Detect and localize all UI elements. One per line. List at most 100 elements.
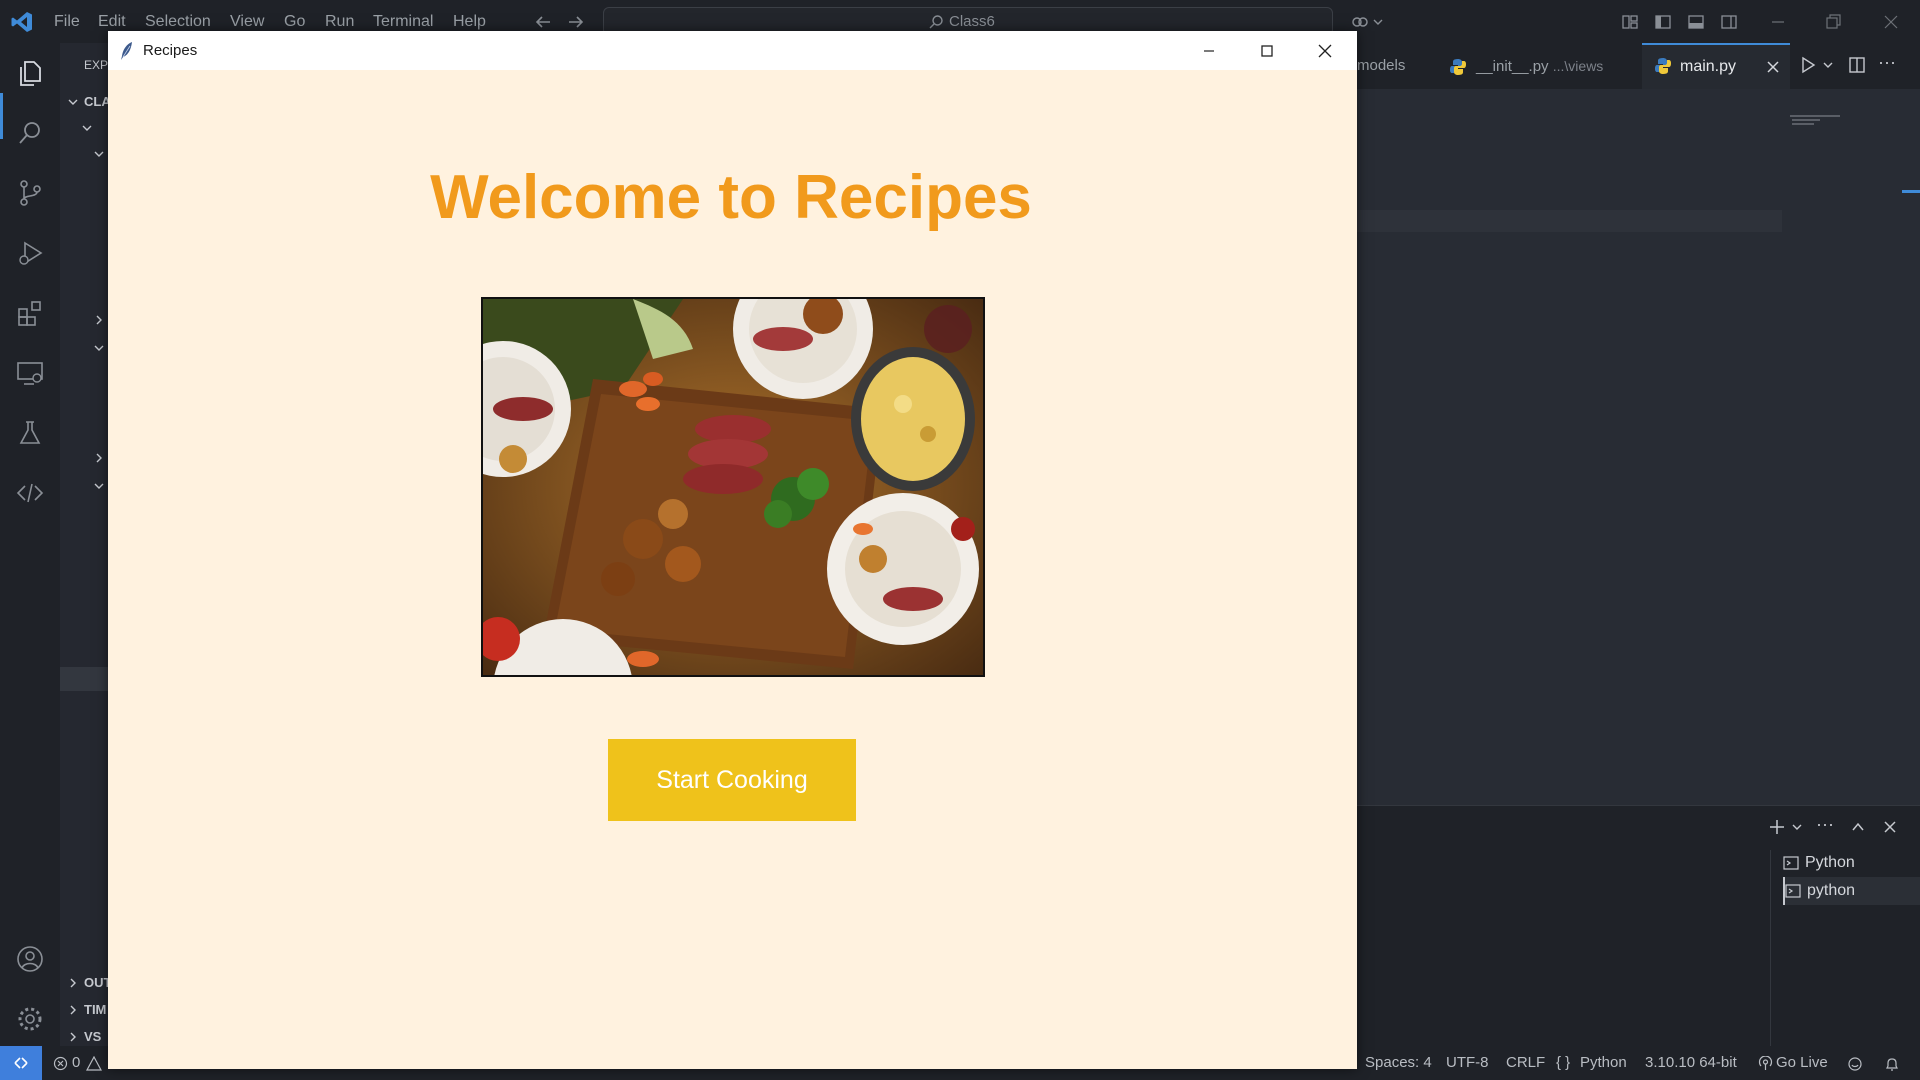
menu-file[interactable]: File (54, 0, 80, 43)
panel-more-icon[interactable]: ··· (1816, 814, 1834, 835)
start-cooking-button[interactable]: Start Cooking (608, 739, 856, 821)
status-language[interactable]: Python (1580, 1054, 1627, 1071)
food-platter-image (481, 297, 985, 677)
chevron-right-icon[interactable] (66, 1030, 80, 1044)
chevron-down-icon[interactable] (80, 121, 94, 135)
welcome-heading: Welcome to Recipes (430, 163, 1032, 232)
tab-init-path: ...\views (1552, 58, 1604, 74)
forward-arrow-icon[interactable] (566, 12, 586, 32)
close-panel-icon[interactable] (1881, 818, 1899, 836)
warning-icon[interactable] (86, 1056, 102, 1071)
terminal-item-label: python (1807, 882, 1856, 899)
explorer-icon[interactable] (14, 57, 46, 89)
terminal-item-python-active[interactable]: python (1783, 877, 1920, 905)
feedback-icon[interactable] (1847, 1056, 1863, 1072)
restore-icon[interactable] (1823, 12, 1843, 32)
code-editor[interactable] (1357, 89, 1920, 805)
chevron-right-icon[interactable] (66, 1003, 80, 1017)
terminal-icon (1785, 884, 1801, 898)
run-and-debug-icon[interactable] (14, 237, 46, 269)
minimize-icon[interactable] (1198, 40, 1220, 62)
recipes-window-title: Recipes (143, 42, 198, 59)
terminal-icon (1783, 856, 1799, 870)
chevron-right-icon[interactable] (92, 313, 106, 327)
copilot-icon[interactable] (1350, 12, 1370, 32)
remote-icon (14, 1057, 28, 1069)
toggle-panel-icon[interactable] (1686, 12, 1706, 32)
selected-file-row[interactable] (60, 667, 108, 691)
tab-init-name: __init__.py (1476, 58, 1549, 75)
python-file-icon (1450, 59, 1466, 75)
minimap[interactable] (1790, 114, 1844, 128)
search-icon (929, 15, 943, 29)
minimize-icon[interactable] (1768, 12, 1788, 32)
terminal-list-divider (1770, 850, 1771, 1046)
recipes-window-titlebar[interactable]: Recipes (108, 31, 1357, 70)
timeline-section[interactable]: TIM (84, 1002, 106, 1017)
active-indicator (0, 93, 3, 139)
chevron-down-icon[interactable] (1372, 12, 1384, 32)
current-line-highlight (1357, 210, 1782, 232)
chevron-down-icon[interactable] (1822, 58, 1834, 72)
recipes-app-window: Recipes Welcome to Recipes Start Cooking (108, 31, 1357, 1069)
terminal-item-python[interactable]: Python (1783, 849, 1920, 877)
back-arrow-icon[interactable] (533, 12, 553, 32)
tab-models[interactable]: models (1357, 43, 1405, 89)
braces-icon: { } (1556, 1054, 1571, 1071)
activity-bar (0, 43, 60, 1046)
vs-section[interactable]: VS (84, 1029, 101, 1044)
maximize-icon[interactable] (1256, 40, 1278, 62)
tab-main-label: main.py (1680, 58, 1737, 75)
accounts-icon[interactable] (14, 943, 46, 975)
status-go-live[interactable]: Go Live (1776, 1054, 1828, 1071)
chevron-down-icon[interactable] (92, 147, 106, 161)
status-encoding[interactable]: UTF-8 (1446, 1054, 1489, 1071)
add-terminal-icon[interactable] (1768, 818, 1786, 836)
toggle-secondary-sidebar-icon[interactable] (1719, 12, 1739, 32)
search-icon[interactable] (14, 117, 46, 149)
customize-layout-icon[interactable] (1620, 12, 1640, 32)
terminal-item-label: Python (1805, 854, 1855, 871)
tab-main-py[interactable]: main.py (1642, 43, 1790, 89)
close-icon[interactable] (1881, 12, 1901, 32)
maximize-panel-icon[interactable] (1849, 818, 1867, 836)
command-center-label: Class6 (949, 13, 995, 30)
editor-tab-bar (1357, 43, 1920, 89)
close-icon[interactable] (1314, 40, 1336, 62)
explorer-title: EXP (84, 58, 109, 72)
gear-icon[interactable] (14, 1003, 46, 1035)
tab-init[interactable]: __init__.py ...\views (1476, 43, 1603, 89)
broadcast-icon (1758, 1056, 1773, 1070)
split-editor-icon[interactable] (1848, 56, 1866, 74)
chevron-down-icon[interactable] (92, 479, 106, 493)
chevron-down-icon[interactable] (1791, 820, 1803, 834)
remote-indicator[interactable] (0, 1046, 42, 1080)
run-icon[interactable] (1799, 56, 1817, 74)
chevron-right-icon[interactable] (66, 976, 80, 990)
status-indentation[interactable]: Spaces: 4 (1365, 1054, 1432, 1071)
scrollbar-marker[interactable] (1902, 190, 1920, 193)
explorer-sidebar: EXP CLA OUT TIM VS (60, 43, 111, 1046)
extensions-icon[interactable] (14, 297, 46, 329)
source-control-icon[interactable] (14, 177, 46, 209)
code-icon[interactable] (14, 477, 46, 509)
remote-explorer-icon[interactable] (14, 357, 46, 389)
chevron-down-icon[interactable] (92, 341, 106, 355)
testing-icon[interactable] (14, 417, 46, 449)
close-tab-icon[interactable] (1766, 60, 1780, 74)
chevron-down-icon[interactable] (66, 95, 80, 109)
terminal-panel (1357, 805, 1920, 1046)
error-count[interactable]: 0 (72, 1054, 80, 1071)
notifications-bell-icon[interactable] (1884, 1056, 1900, 1072)
vscode-logo-icon (11, 12, 32, 32)
python-file-icon (1655, 58, 1671, 74)
error-icon[interactable] (53, 1056, 68, 1071)
toggle-sidebar-icon[interactable] (1653, 12, 1673, 32)
status-eol[interactable]: CRLF (1506, 1054, 1545, 1071)
chevron-right-icon[interactable] (92, 451, 106, 465)
folder-label[interactable]: CLA (84, 94, 111, 109)
roast-dinner-illustration (483, 299, 983, 675)
more-actions-icon[interactable]: ··· (1878, 52, 1896, 73)
status-interpreter[interactable]: 3.10.10 64-bit (1645, 1054, 1737, 1071)
tk-feather-icon (121, 42, 132, 60)
